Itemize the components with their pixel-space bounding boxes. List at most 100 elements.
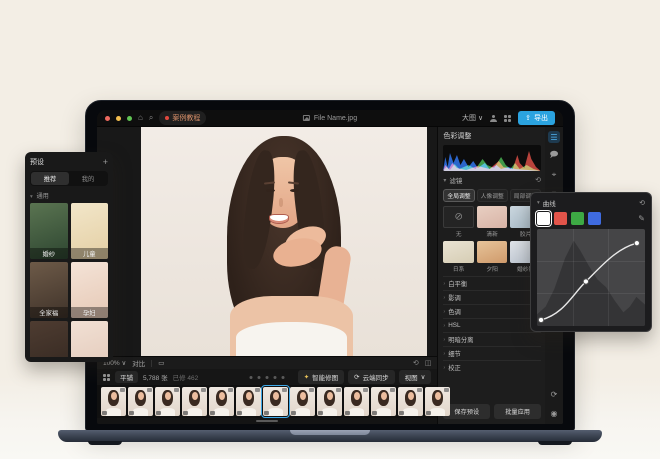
preset-thumbnail[interactable] (30, 321, 68, 357)
pagination-dot[interactable] (266, 376, 269, 379)
filmstrip-thumb[interactable] (317, 387, 342, 416)
presets-tab-推荐[interactable]: 推荐 (31, 172, 69, 185)
curve-graph[interactable] (537, 229, 645, 326)
home-icon[interactable]: ⌂ (138, 114, 143, 122)
preset-thumbnail[interactable]: 儿童 (71, 203, 109, 259)
preset-thumbnail[interactable]: 婚纱 (30, 203, 68, 259)
adjust-tab-全局调整[interactable]: 全局调整 (443, 189, 474, 202)
filter-tile[interactable] (477, 206, 508, 228)
minimize-window-button[interactable] (116, 116, 121, 121)
section-row-明暗分离[interactable]: ›明暗分离 (443, 332, 541, 346)
scrollbar-handle[interactable] (256, 420, 278, 422)
section-row-细节[interactable]: ›细节 (443, 346, 541, 360)
filter-section-row[interactable]: ▾ 滤镜 ⟲ (443, 171, 541, 188)
adjustments-tool-icon[interactable]: ☰ (548, 131, 560, 143)
add-preset-button[interactable]: + (103, 158, 108, 167)
laptop-foot (538, 441, 572, 445)
pagination-dot[interactable] (282, 376, 285, 379)
search-icon[interactable]: ⌕ (149, 114, 153, 122)
curve-channel-white[interactable] (537, 212, 550, 225)
history-undo-icon[interactable]: ⟲ (413, 359, 419, 367)
preset-thumbnail[interactable]: 全家福 (30, 262, 68, 318)
thumb-badge (228, 388, 233, 392)
thumb-figure (133, 408, 148, 416)
crop-icon[interactable]: ▭ (158, 359, 164, 367)
curve-channel-red[interactable] (554, 212, 567, 225)
section-label: 校正 (448, 363, 461, 372)
compare-button[interactable]: 对比 (132, 358, 145, 368)
curve-control-point[interactable] (634, 241, 639, 246)
batch-apply-button[interactable]: 批量应用 (494, 404, 541, 419)
filmstrip-thumb[interactable] (101, 387, 126, 416)
tutorial-pill[interactable]: 案例教程 (159, 111, 206, 125)
filmstrip-thumb[interactable] (263, 387, 288, 416)
apps-grid-icon[interactable] (504, 115, 511, 122)
filmstrip-thumb[interactable] (344, 387, 369, 416)
canvas-area[interactable] (97, 127, 437, 356)
filmstrip-thumb[interactable] (398, 387, 423, 416)
account-icon[interactable] (490, 115, 497, 122)
presets-section-row[interactable]: ▾ 通用 (30, 191, 108, 200)
filmstrip-thumb[interactable] (128, 387, 153, 416)
camera-icon[interactable]: ⌖ (548, 169, 560, 181)
filmstrip-thumb[interactable] (155, 387, 180, 416)
main-photo[interactable] (141, 127, 427, 356)
export-button[interactable]: ⇪ 导出 (518, 111, 555, 125)
before-after-icon[interactable]: ◫ (425, 359, 432, 367)
curve-channel-blue[interactable] (588, 212, 601, 225)
save-preset-button[interactable]: 保存预设 (443, 404, 490, 419)
preset-thumbnail[interactable]: 孕妇 (71, 262, 109, 318)
section-label: 明暗分离 (448, 335, 473, 344)
tile-mode-button[interactable]: 平铺 (115, 371, 138, 383)
targeted-adjust-icon[interactable]: ✎ (638, 214, 645, 223)
zoom-window-button[interactable] (127, 116, 132, 121)
panel-actions: 保存预设 批量应用 (443, 404, 541, 419)
filmstrip-thumb[interactable] (371, 387, 396, 416)
no-filter-tile[interactable] (443, 206, 474, 228)
filter-tile[interactable] (443, 241, 474, 263)
pagination-dot[interactable] (250, 376, 253, 379)
preset-label: 儿童 (71, 248, 109, 259)
filter-preset[interactable]: 日系 (443, 241, 474, 273)
thumb-figure (192, 392, 198, 400)
pagination-dot[interactable] (258, 376, 261, 379)
view-size-dropdown[interactable]: 大图 ∨ (462, 113, 483, 123)
refresh-icon[interactable]: ⟳ (548, 388, 560, 400)
section-row-白平衡[interactable]: ›白平衡 (443, 276, 541, 290)
layout-grid-icon[interactable] (103, 374, 110, 381)
filter-preset[interactable]: 夕阳 (477, 241, 508, 273)
curve-channel-green[interactable] (571, 212, 584, 225)
filter-preset-label: 夕阳 (486, 264, 498, 273)
curve-control-point[interactable] (538, 317, 543, 322)
filter-preset[interactable]: 无 (443, 206, 474, 238)
filmstrip-thumb[interactable] (209, 387, 234, 416)
filmstrip-thumb[interactable] (182, 387, 207, 416)
filter-tile[interactable] (477, 241, 508, 263)
reset-icon[interactable]: ⟲ (535, 176, 541, 184)
view-mode-dropdown[interactable]: 视图 ∨ (399, 370, 432, 384)
adjust-tab-人像调整[interactable]: 人像调整 (477, 189, 508, 202)
thumb-badge (309, 388, 314, 392)
support-headset-icon[interactable]: ◉ (548, 407, 560, 419)
section-row-影调[interactable]: ›影调 (443, 290, 541, 304)
presets-section-label: 通用 (37, 193, 49, 200)
filmstrip-scrollbar[interactable] (97, 418, 437, 424)
thumb-badge (372, 411, 377, 415)
comment-icon[interactable]: 🗩 (548, 150, 560, 162)
section-row-HSL[interactable]: ›HSL (443, 318, 541, 332)
canvas-toolbar: 100% ∨ 对比 ▭ ⟲ ◫ (97, 356, 437, 369)
cloud-sync-button[interactable]: ⟳ 云端同步 (348, 370, 394, 384)
close-window-button[interactable] (105, 116, 110, 121)
curves-reset-icon[interactable]: ⟲ (639, 199, 645, 207)
curve-control-point[interactable] (583, 279, 588, 284)
section-row-色调[interactable]: ›色调 (443, 304, 541, 318)
filmstrip-thumb[interactable] (425, 387, 450, 416)
filter-preset[interactable]: 清新 (477, 206, 508, 238)
pagination-dot[interactable] (274, 376, 277, 379)
section-row-校正[interactable]: ›校正 (443, 360, 541, 374)
smart-retouch-button[interactable]: ✦ 智能修图 (298, 370, 344, 384)
filmstrip-thumb[interactable] (290, 387, 315, 416)
filmstrip-thumb[interactable] (236, 387, 261, 416)
presets-tab-我的[interactable]: 我的 (69, 172, 107, 185)
preset-thumbnail[interactable] (71, 321, 109, 357)
